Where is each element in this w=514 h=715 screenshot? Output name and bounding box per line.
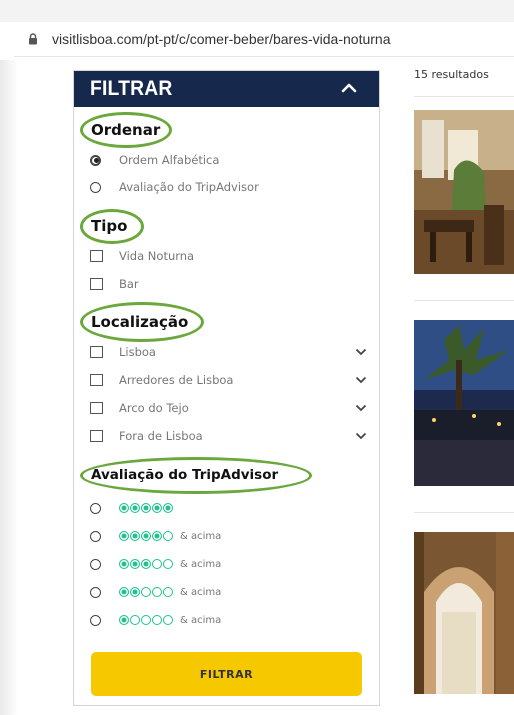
- option-label: Arredores de Lisboa: [119, 373, 234, 387]
- url-text[interactable]: visitlisboa.com/pt-pt/c/comer-beber/bare…: [52, 31, 390, 47]
- rating-dot-empty: [163, 615, 173, 625]
- rating-dot-filled: [119, 503, 129, 513]
- address-bar[interactable]: visitlisboa.com/pt-pt/c/comer-beber/bare…: [14, 22, 514, 57]
- result-image-1[interactable]: [414, 110, 514, 274]
- rating-dot-filled: [130, 531, 140, 541]
- location-option-lisboa[interactable]: Lisboa: [90, 343, 156, 361]
- rating-dot-empty: [152, 615, 162, 625]
- location-option-arco-do-tejo[interactable]: Arco do Tejo: [90, 399, 189, 417]
- location-option-arredores[interactable]: Arredores de Lisboa: [90, 371, 233, 389]
- rating-option-2[interactable]: & acima: [90, 583, 221, 601]
- rating-dot-filled: [141, 503, 151, 513]
- radio-button[interactable]: [90, 530, 101, 542]
- results-count: 15 resultados: [414, 68, 489, 81]
- sort-title: Ordenar: [91, 121, 161, 139]
- rating-dot-empty: [152, 559, 162, 569]
- sort-option-alphabetical[interactable]: Ordem Alfabética: [90, 151, 219, 169]
- result-image-3[interactable]: [414, 532, 514, 694]
- type-title: Tipo: [91, 217, 128, 235]
- checkbox[interactable]: [90, 278, 103, 290]
- rating-option-5[interactable]: [90, 499, 180, 517]
- rating-dot-filled: [152, 531, 162, 541]
- type-option-nightlife[interactable]: Vida Noturna: [90, 247, 194, 265]
- tripadvisor-rating-icon: [119, 503, 174, 513]
- rating-option-3[interactable]: & acima: [90, 555, 221, 573]
- option-label: Arco do Tejo: [119, 401, 189, 415]
- tripadvisor-rating-icon: [119, 559, 174, 569]
- radio-button[interactable]: [90, 586, 101, 598]
- lock-icon: [28, 33, 38, 45]
- rating-dot-filled: [152, 503, 162, 513]
- rating-dot-filled: [130, 587, 140, 597]
- radio-button[interactable]: [90, 502, 101, 514]
- chevron-down-icon[interactable]: [355, 376, 367, 384]
- tripadvisor-rating-icon: [119, 587, 174, 597]
- chevron-up-icon[interactable]: [341, 82, 357, 94]
- chevron-down-icon[interactable]: [355, 432, 367, 440]
- rating-dot-empty: [141, 587, 151, 597]
- radio-button[interactable]: [90, 614, 101, 626]
- option-label: & acima: [180, 530, 222, 542]
- filter-panel-header[interactable]: FILTRAR: [74, 71, 379, 107]
- rating-option-4[interactable]: & acima: [90, 527, 221, 545]
- option-label: Fora de Lisboa: [119, 429, 203, 443]
- rating-dot-empty: [152, 587, 162, 597]
- option-label: & acima: [180, 558, 222, 570]
- option-label: & acima: [180, 614, 222, 626]
- rating-dot-empty: [130, 615, 140, 625]
- divider: [414, 512, 514, 513]
- chevron-down-icon[interactable]: [355, 404, 367, 412]
- checkbox[interactable]: [90, 374, 103, 386]
- type-option-bar[interactable]: Bar: [90, 275, 139, 293]
- checkbox[interactable]: [90, 430, 103, 442]
- checkbox[interactable]: [90, 402, 103, 414]
- rating-dot-empty: [163, 531, 173, 541]
- rating-dot-filled: [130, 559, 140, 569]
- tripadvisor-rating-icon: [119, 615, 174, 625]
- filter-button[interactable]: FILTRAR: [91, 652, 362, 696]
- checkbox[interactable]: [90, 346, 103, 358]
- rating-title: Avaliação do TripAdvisor: [91, 467, 279, 483]
- location-option-fora-de-lisboa[interactable]: Fora de Lisboa: [90, 427, 203, 445]
- location-title: Localização: [91, 313, 189, 331]
- sort-option-tripadvisor[interactable]: Avaliação do TripAdvisor: [90, 178, 259, 196]
- rating-dot-filled: [119, 531, 129, 541]
- divider: [414, 300, 514, 301]
- chevron-down-icon[interactable]: [355, 348, 367, 356]
- divider: [414, 96, 514, 97]
- page-margin: [0, 60, 18, 715]
- radio-button[interactable]: [90, 558, 101, 570]
- result-image-2[interactable]: [414, 320, 514, 486]
- rating-dot-filled: [119, 559, 129, 569]
- rating-dot-empty: [141, 615, 151, 625]
- rating-option-1[interactable]: & acima: [90, 611, 221, 629]
- filter-panel-title: FILTRAR: [90, 77, 173, 100]
- rating-dot-filled: [130, 503, 140, 513]
- tripadvisor-rating-icon: [119, 531, 174, 541]
- option-label: Avaliação do TripAdvisor: [119, 180, 259, 194]
- checkbox[interactable]: [90, 250, 103, 262]
- option-label: Ordem Alfabética: [119, 153, 220, 167]
- rating-dot-filled: [119, 587, 129, 597]
- rating-dot-empty: [163, 559, 173, 569]
- option-label: Vida Noturna: [119, 249, 195, 263]
- option-label: Bar: [119, 277, 139, 291]
- rating-dot-filled: [163, 503, 173, 513]
- rating-dot-filled: [141, 559, 151, 569]
- radio-button[interactable]: [90, 154, 101, 166]
- radio-button[interactable]: [90, 181, 101, 193]
- option-label: & acima: [180, 586, 222, 598]
- rating-dot-filled: [119, 615, 129, 625]
- option-label: Lisboa: [119, 345, 156, 359]
- rating-dot-filled: [141, 531, 151, 541]
- rating-dot-empty: [163, 587, 173, 597]
